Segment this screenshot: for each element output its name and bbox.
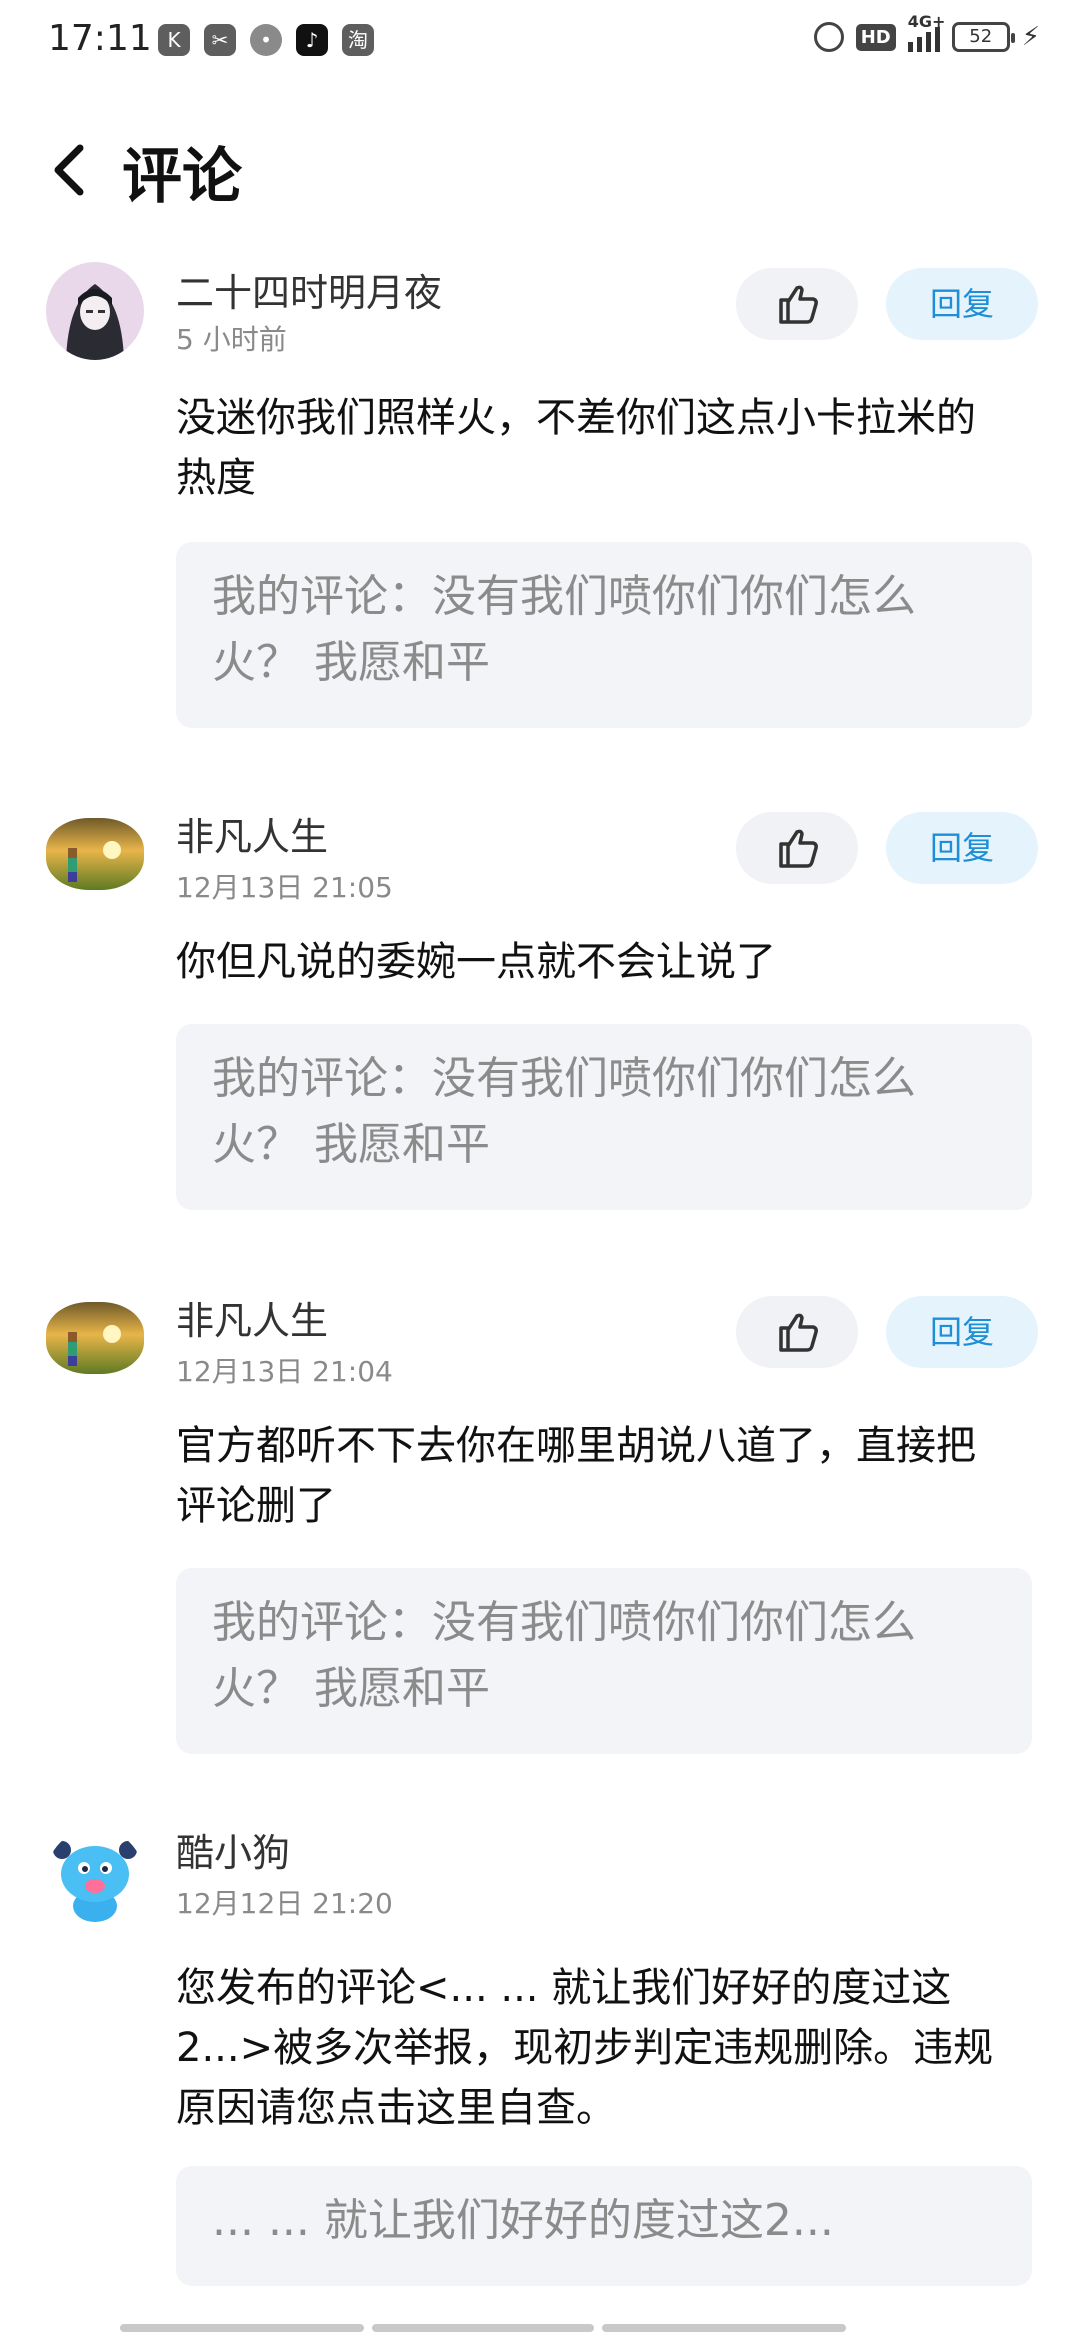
thumbs-up-icon: [779, 285, 818, 324]
comment-text: 官方都听不下去你在哪里胡说八道了，直接把评论删了: [176, 1423, 976, 1529]
audio-app-icon: •: [250, 24, 282, 56]
avatar[interactable]: [46, 1828, 144, 1926]
taobao-app-icon: 淘: [342, 24, 374, 56]
username[interactable]: 非凡人生: [176, 806, 328, 861]
page-header: 评论: [0, 120, 1080, 220]
comment-text[interactable]: 您发布的评论<... ... 就让我们好好的度过这2...>被多次举报，现初步判…: [176, 1958, 1006, 2138]
deleted-comment-quote[interactable]: ... ... 就让我们好好的度过这2...: [176, 2166, 1032, 2286]
status-time: 17:11: [48, 18, 152, 59]
avatar[interactable]: [46, 262, 144, 360]
charging-icon: ⚡: [1021, 22, 1040, 52]
bottom-indicator: [120, 2324, 846, 2332]
avatar[interactable]: [46, 818, 144, 890]
thumbs-up-icon: [779, 1313, 818, 1352]
network-type: 4G+: [907, 12, 946, 31]
reply-button[interactable]: 回复: [886, 1296, 1038, 1368]
username[interactable]: 非凡人生: [176, 1290, 328, 1345]
comment-text: 你但凡说的委婉一点就不会让说了: [176, 939, 776, 985]
comment-text: 没迷你我们照样火，不差你们这点小卡拉米的热度: [176, 395, 976, 501]
reply-button[interactable]: 回复: [886, 812, 1038, 884]
comment-time: 12月12日 21:20: [176, 1887, 393, 1920]
scissors-app-icon: ✂: [204, 24, 236, 56]
comment-time: 12月13日 21:05: [176, 871, 393, 904]
my-comment-quote[interactable]: 我的评论：没有我们喷你们你们怎么火？ 我愿和平: [176, 542, 1032, 728]
status-bar: 17:11 K ✂ • ♪ 淘 HD 4G+ 52 ⚡: [0, 0, 1080, 84]
username[interactable]: 酷小狗: [176, 1822, 290, 1877]
reply-button[interactable]: 回复: [886, 268, 1038, 340]
notification-icons: K ✂ • ♪ 淘: [158, 24, 374, 56]
hd-icon: HD: [855, 23, 896, 51]
thumbs-up-icon: [779, 829, 818, 868]
avatar[interactable]: [46, 1302, 144, 1374]
like-button[interactable]: [736, 812, 858, 884]
comment-time: 12月13日 21:04: [176, 1355, 393, 1388]
k-app-icon: K: [158, 24, 190, 56]
alarm-icon: [813, 22, 844, 52]
battery-icon: 52: [951, 22, 1015, 52]
back-arrow-icon[interactable]: [46, 138, 106, 202]
like-button[interactable]: [736, 1296, 858, 1368]
page-title: 评论: [122, 142, 242, 212]
my-comment-quote[interactable]: 我的评论：没有我们喷你们你们怎么火？ 我愿和平: [176, 1024, 1032, 1210]
like-button[interactable]: [736, 268, 858, 340]
signal-icon: 4G+: [907, 12, 945, 52]
comment-time: 5 小时前: [176, 323, 287, 356]
system-icons: HD 4G+ 52 ⚡: [813, 12, 1040, 52]
username[interactable]: 二十四时明月夜: [176, 262, 442, 317]
my-comment-quote[interactable]: 我的评论：没有我们喷你们你们怎么火？ 我愿和平: [176, 1568, 1032, 1754]
tiktok-app-icon: ♪: [296, 24, 328, 56]
